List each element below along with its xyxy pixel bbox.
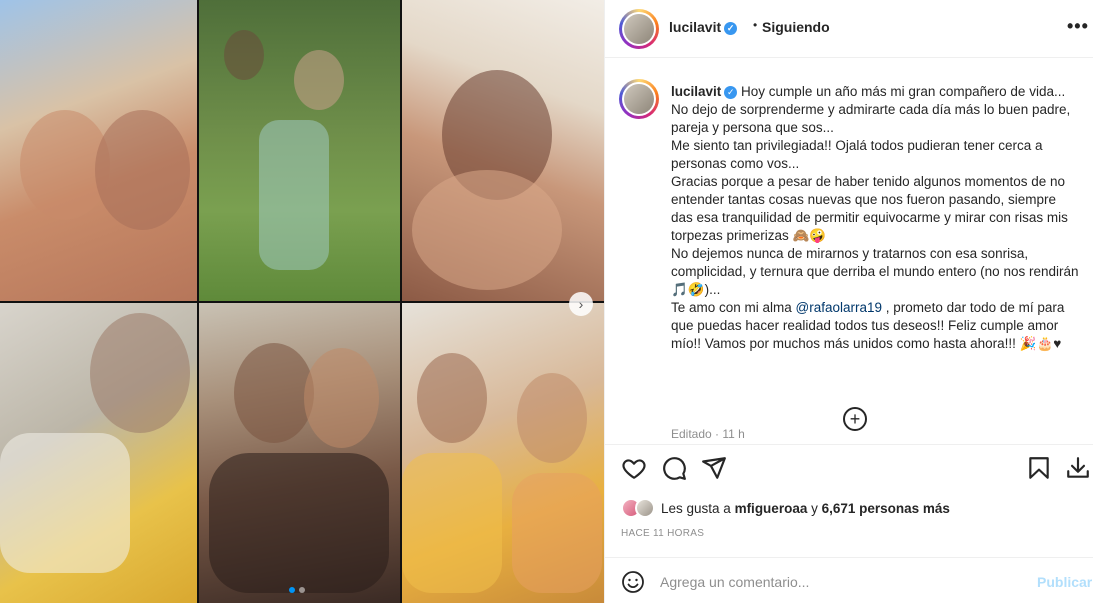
post-timestamp[interactable]: HACE 11 HORAS [621,528,704,539]
more-options-icon[interactable]: ••• [1067,16,1089,37]
author-username[interactable]: lucilavit ✓ [669,19,738,35]
share-icon [702,457,726,479]
comment-form: Publicar [605,557,1093,603]
caption-username[interactable]: lucilavit [671,84,721,99]
photo-couple-laughing [402,303,604,603]
carousel-indicator [289,587,305,593]
post-actions [605,444,1093,492]
download-icon [1067,457,1089,478]
photo-family-garden [199,0,400,301]
separator-dot: • [753,18,758,32]
download-button[interactable] [1065,455,1091,481]
likes-count[interactable]: 6,671 personas más [822,501,950,516]
like-button[interactable] [621,455,647,481]
carousel-next-button[interactable]: › [569,292,593,316]
caption-line: Hoy cumple un año más mi gran compañero … [741,84,1066,99]
plus-circle-icon: + [849,409,861,429]
photo-couple-selfie-pool [0,0,197,301]
avatar[interactable] [619,9,659,49]
smiley-icon [622,571,644,593]
liker-avatar [635,498,655,518]
verified-badge-icon: ✓ [724,21,738,35]
carousel-dot [299,587,305,593]
heart-icon [622,459,646,479]
photo-baby-car [0,303,197,603]
caption-line: Me siento tan privilegiada!! Ojalá todos… [671,138,1043,171]
caption-line: Gracias porque a pesar de haber tenido a… [671,174,1068,243]
post-details-panel: lucilavit ✓ • Siguiendo ••• lucilavit ✓ Ho… [604,0,1093,603]
bookmark-icon [1029,457,1049,479]
post-media[interactable]: › [0,0,604,603]
save-button[interactable] [1026,455,1052,481]
avatar[interactable] [619,79,659,119]
comment-button[interactable] [661,455,687,481]
edited-timestamp: Editado · 11 h [671,427,745,441]
following-button[interactable]: Siguiendo [762,19,830,35]
caption-section: lucilavit ✓ Hoy cumple un año más mi gran… [605,59,1093,444]
share-button[interactable] [701,455,727,481]
caption-line: No dejo de sorprenderme y admirarte cada… [671,102,1071,135]
chevron-right-icon: › [578,296,584,312]
photo-couple-sunglasses [199,303,400,603]
comment-input[interactable] [660,572,1020,592]
caption-text: lucilavit ✓ Hoy cumple un año más mi gran… [671,83,1081,353]
photo-kiss-belly [402,0,604,301]
caption-line: No dejemos nunca de mirarnos y tratarnos… [671,246,1079,297]
mention-link[interactable]: @rafaolarra19 [796,300,883,315]
likes-text[interactable]: Les gusta a mfigueroaa y 6,671 personas … [661,501,950,516]
publish-button[interactable]: Publicar [1037,574,1092,590]
liker-username[interactable]: mfigueroaa [735,501,808,516]
post-header: lucilavit ✓ • Siguiendo ••• [605,0,1093,58]
verified-badge-icon: ✓ [724,85,738,99]
likes-summary[interactable]: Les gusta a mfigueroaa y 6,671 personas … [621,496,950,520]
comment-icon [663,457,686,480]
emoji-picker-button[interactable] [621,570,645,594]
load-more-comments-button[interactable]: + [843,407,867,431]
caption-line: Te amo con mi alma [671,300,796,315]
carousel-dot [289,587,295,593]
